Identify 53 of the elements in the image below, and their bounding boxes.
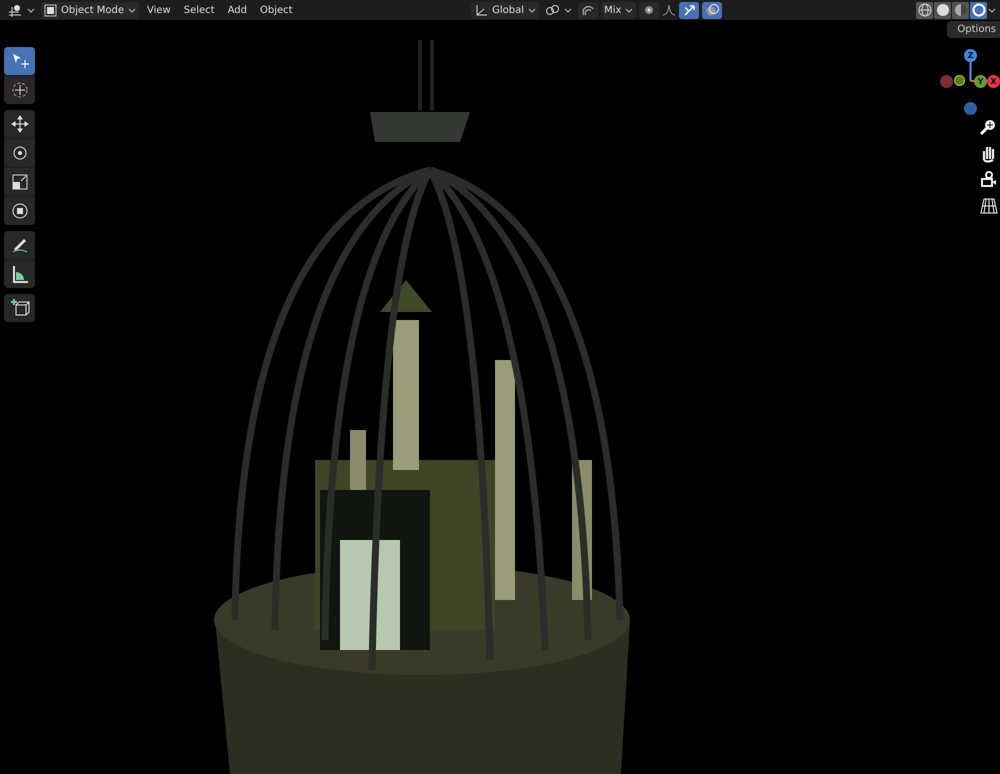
tool-button[interactable]: [4, 231, 35, 259]
axes-icon: [7, 3, 23, 17]
menu-item[interactable]: Object: [254, 2, 298, 18]
ring-sphere-icon: [972, 3, 986, 17]
tool-button[interactable]: [4, 76, 35, 104]
move-arrows-icon: [10, 114, 30, 134]
overlay-toggle[interactable]: [702, 2, 722, 18]
snap-toggle[interactable]: [578, 2, 598, 18]
add-cube-icon: [10, 298, 30, 318]
tool-button[interactable]: [4, 110, 35, 138]
menu-item[interactable]: View: [142, 2, 176, 18]
tool-button[interactable]: [4, 47, 35, 75]
caret-icon: [128, 7, 136, 13]
tool-button[interactable]: [4, 139, 35, 167]
solid-sphere-icon: [936, 3, 950, 17]
falloff-curve-icon: [662, 3, 676, 17]
caret-icon: [625, 7, 634, 13]
caret-icon: [564, 7, 572, 13]
options-button[interactable]: Options: [947, 21, 1000, 38]
shading-mode-button[interactable]: [916, 2, 933, 18]
caret-icon: [988, 7, 996, 13]
caret-icon: [27, 7, 35, 13]
gizmo-toggle[interactable]: [679, 2, 700, 18]
tool-button[interactable]: [4, 197, 35, 225]
x-axis-button[interactable]: X: [987, 75, 1000, 88]
tool-button[interactable]: [4, 260, 35, 288]
snap-target-dropdown[interactable]: Mix: [601, 2, 636, 18]
link-rings-icon: [545, 3, 560, 17]
orientation-dropdown[interactable]: Global: [471, 2, 540, 18]
menu-item[interactable]: Add: [222, 2, 252, 18]
tool-button[interactable]: [4, 168, 35, 196]
arrow-icon: [682, 3, 696, 17]
caret-icon: [528, 7, 536, 13]
overlapping-circles-icon: [705, 3, 720, 17]
proportional-edit-toggle[interactable]: [639, 2, 660, 18]
menu-item[interactable]: Select: [178, 2, 220, 18]
crosshair-icon: [10, 80, 30, 100]
transform-icon: [10, 201, 30, 221]
z-axis-button[interactable]: Z: [964, 49, 977, 62]
camera-icon: [979, 170, 999, 190]
mode-dropdown[interactable]: Object Mode: [41, 2, 139, 18]
shading-mode-button[interactable]: [970, 2, 987, 18]
shading-mode-button[interactable]: [934, 2, 951, 18]
shading-mode-button[interactable]: [952, 2, 969, 18]
cube-icon: [44, 4, 57, 16]
tool-button[interactable]: [4, 294, 35, 322]
scale-icon: [10, 172, 30, 192]
y-axis-button[interactable]: Y: [974, 75, 987, 88]
perspective-grid-icon: [979, 196, 999, 216]
axis-ball-button[interactable]: [954, 75, 965, 86]
orientation-axes-icon: [474, 3, 488, 17]
wireframe-sphere-icon: [918, 3, 932, 17]
half-shaded-sphere-icon: [954, 3, 968, 17]
